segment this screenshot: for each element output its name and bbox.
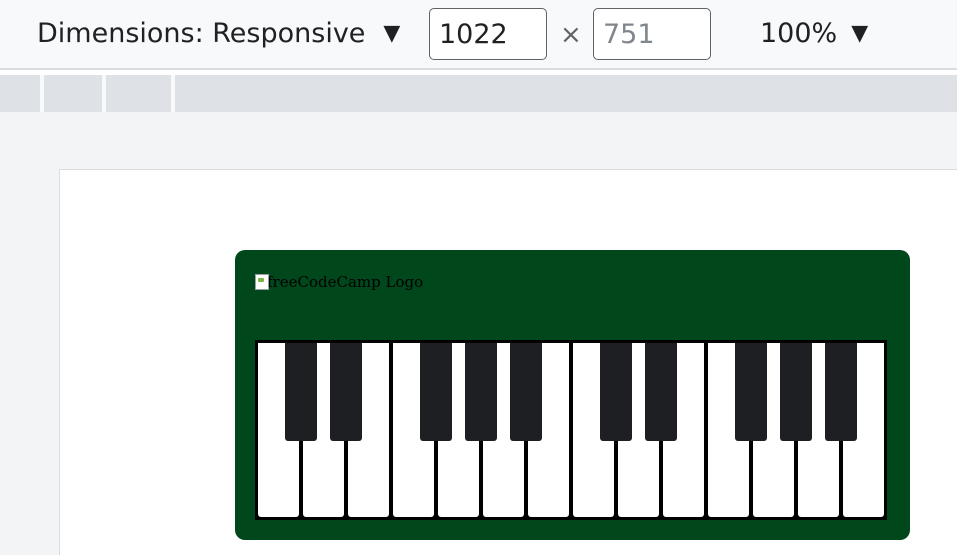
caret-down-icon: ▼: [383, 21, 401, 46]
black-key[interactable]: [330, 343, 362, 441]
device-toolbar: Dimensions: Responsive ▼ × 100% ▼: [0, 0, 957, 70]
black-key[interactable]: [780, 343, 812, 441]
width-input[interactable]: [429, 8, 547, 60]
dimensions-label: Dimensions: Responsive: [37, 18, 366, 49]
black-key[interactable]: [465, 343, 497, 441]
keyboard: [255, 340, 887, 520]
caret-down-icon: ▼: [851, 21, 869, 46]
broken-image-icon: [255, 274, 269, 290]
dimensions-dropdown[interactable]: Dimensions: Responsive ▼: [37, 18, 400, 49]
page-viewport: freeCodeCamp Logo: [59, 169, 957, 555]
height-input[interactable]: [593, 8, 711, 60]
media-query-segment[interactable]: [106, 75, 171, 112]
media-query-segment[interactable]: [44, 75, 102, 112]
black-key[interactable]: [285, 343, 317, 441]
piano: freeCodeCamp Logo: [235, 250, 910, 540]
logo: freeCodeCamp Logo: [255, 273, 423, 291]
logo-alt-text: freeCodeCamp Logo: [267, 273, 424, 291]
emulation-canvas: freeCodeCamp Logo: [0, 112, 957, 555]
zoom-dropdown[interactable]: 100% ▼: [760, 18, 868, 49]
black-key[interactable]: [510, 343, 542, 441]
media-query-segment[interactable]: [0, 75, 40, 112]
media-query-segment[interactable]: [175, 75, 957, 112]
black-key[interactable]: [600, 343, 632, 441]
media-query-bar: [0, 75, 957, 112]
black-key[interactable]: [735, 343, 767, 441]
zoom-label: 100%: [760, 18, 838, 49]
black-key[interactable]: [645, 343, 677, 441]
times-icon: ×: [560, 20, 582, 50]
black-key[interactable]: [825, 343, 857, 441]
black-key[interactable]: [420, 343, 452, 441]
